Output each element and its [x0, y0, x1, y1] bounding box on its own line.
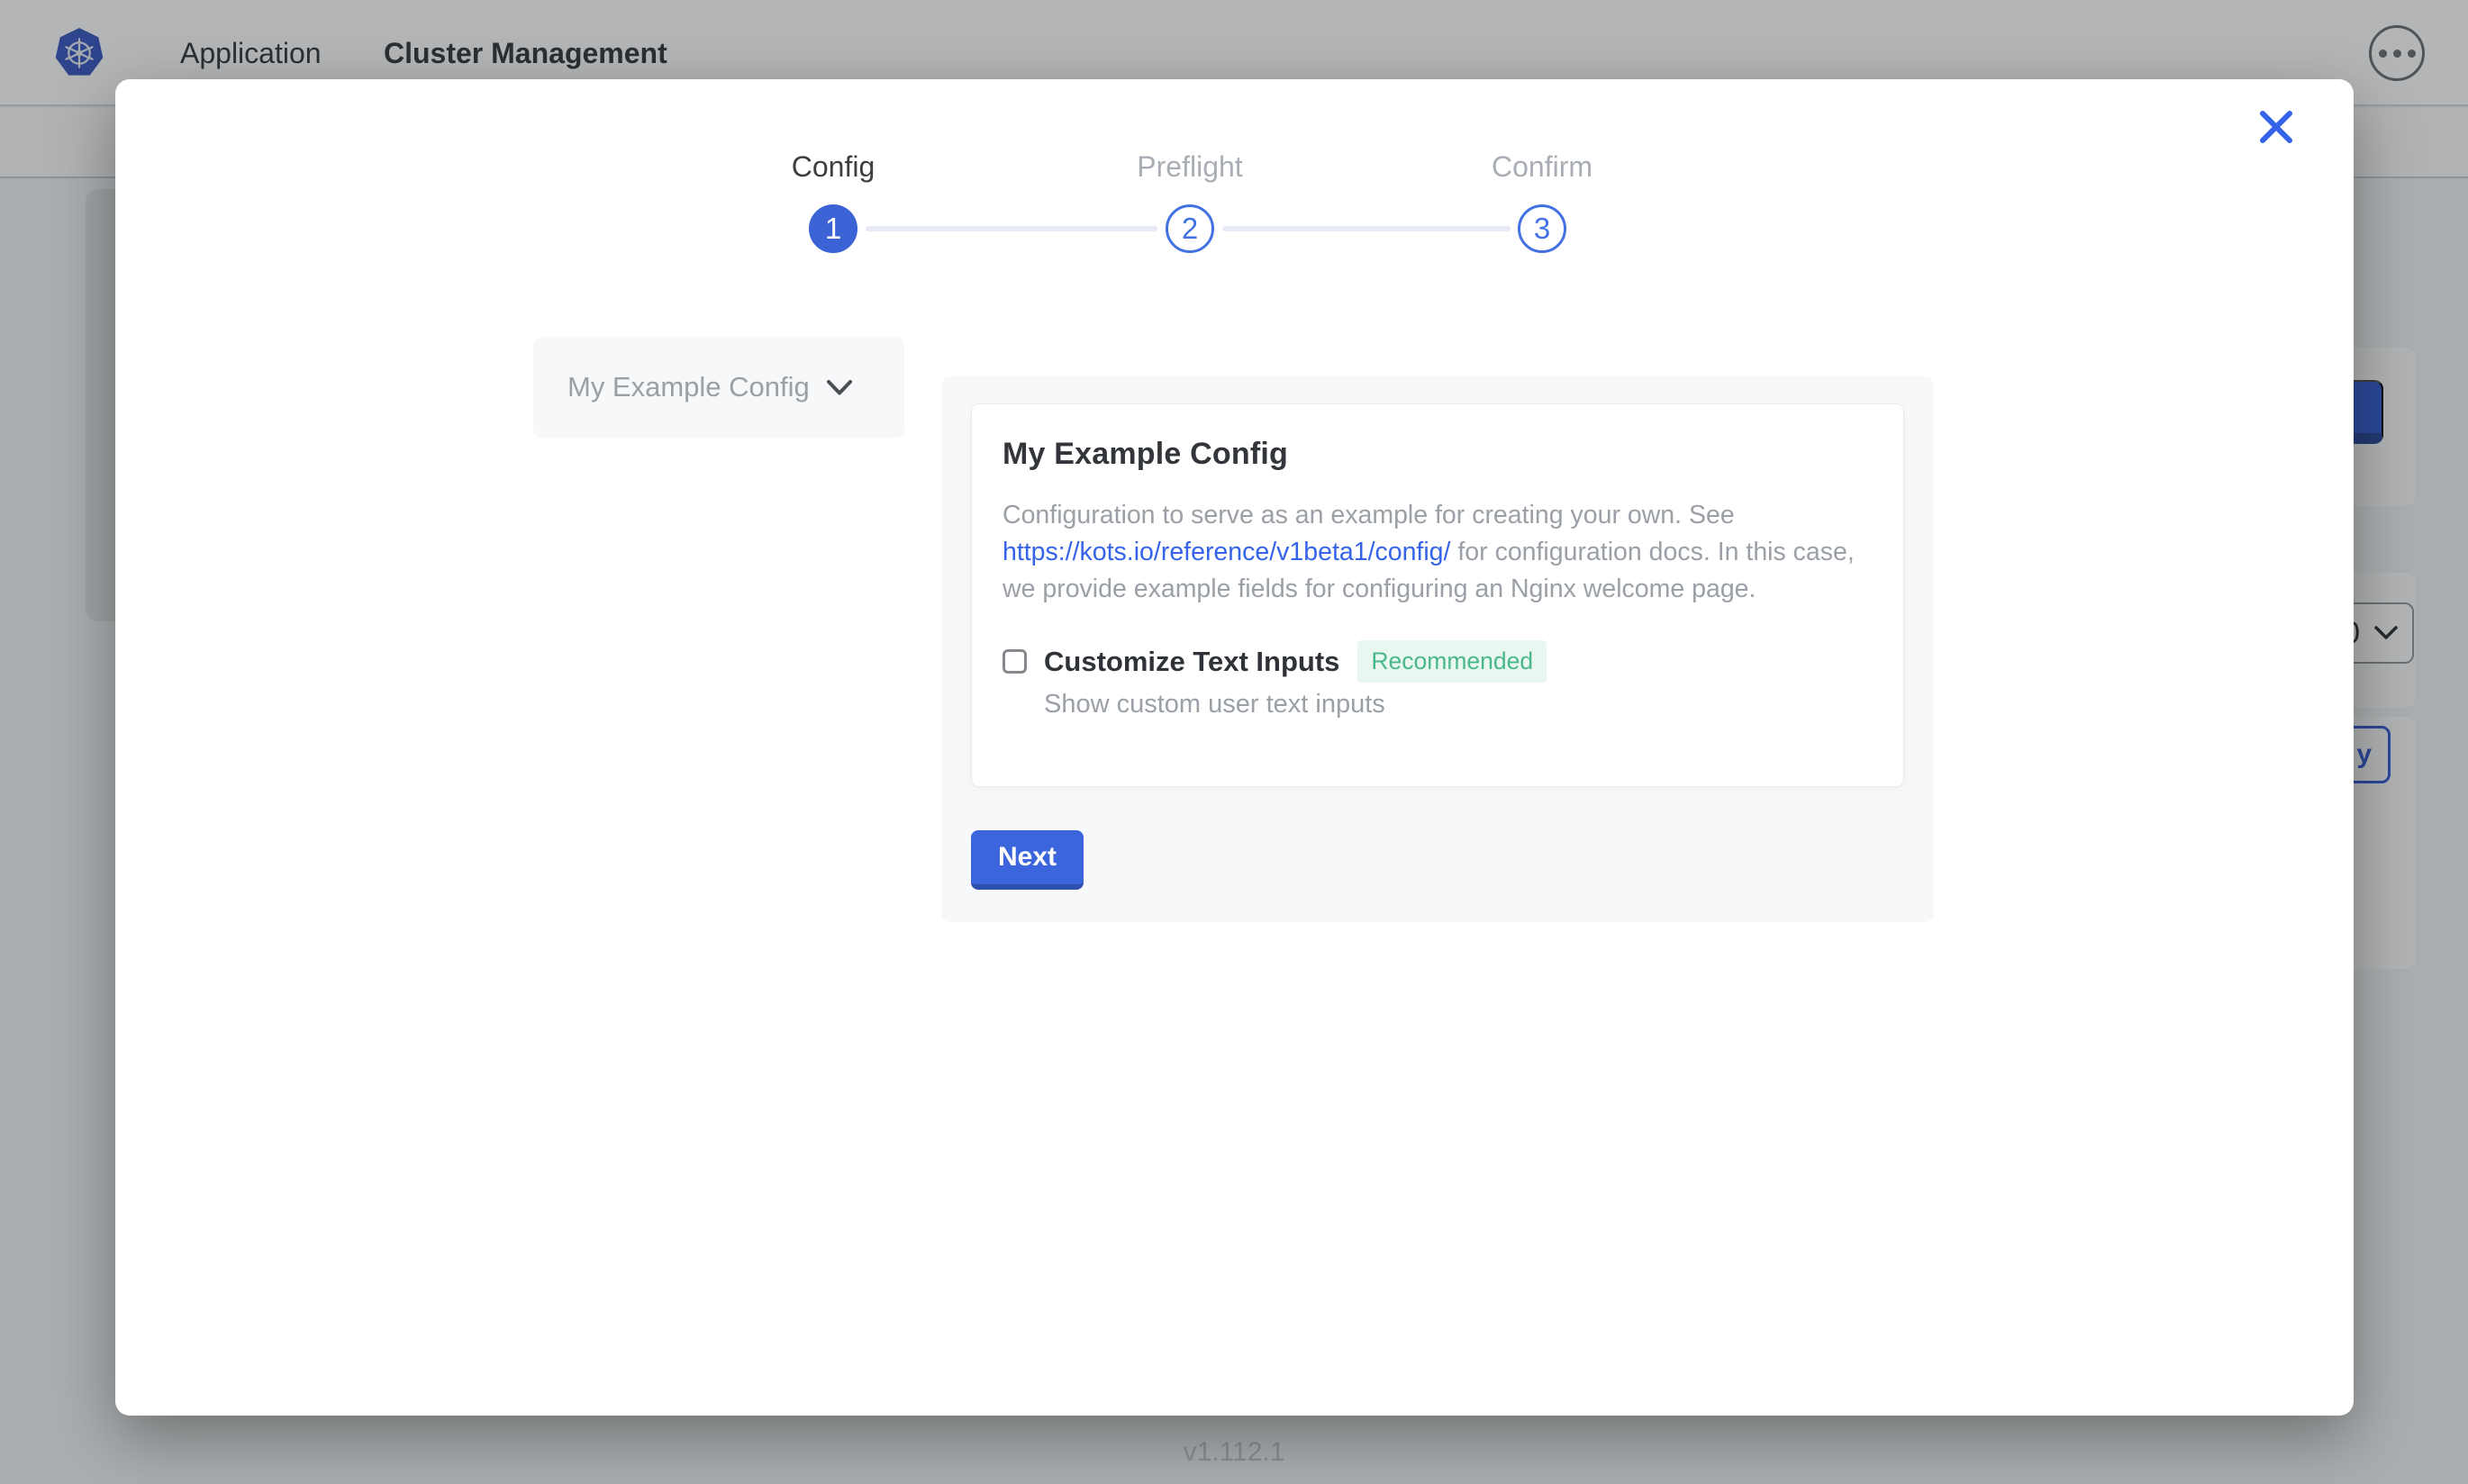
- checkbox-unchecked-icon[interactable]: [1003, 649, 1027, 674]
- step-preflight-label: Preflight: [1100, 147, 1280, 186]
- step-config-circle[interactable]: 1: [809, 204, 857, 253]
- config-wizard-modal: Config 1 Preflight 2 Confirm 3 My Exampl…: [115, 79, 2354, 1416]
- config-group-dropdown-label: My Example Config: [567, 371, 810, 403]
- config-group-title: My Example Config: [1003, 437, 1873, 472]
- close-icon[interactable]: [2254, 104, 2299, 149]
- config-form-area: My Example Config Configuration to serve…: [941, 376, 1934, 922]
- step-config: Config 1: [743, 147, 923, 253]
- config-docs-link[interactable]: https://kots.io/reference/v1beta1/config…: [1003, 538, 1450, 566]
- config-group-card: My Example Config Configuration to serve…: [971, 403, 1904, 787]
- checkbox-label: Customize Text Inputs: [1044, 646, 1339, 678]
- customize-text-inputs-checkbox-row[interactable]: Customize Text Inputs Recommended: [1003, 640, 1873, 683]
- next-button[interactable]: Next: [971, 830, 1084, 890]
- chevron-down-icon: [826, 379, 853, 396]
- description-text-before-link: Configuration to serve as an example for…: [1003, 501, 1735, 529]
- checkbox-help-text: Show custom user text inputs: [1044, 690, 1873, 719]
- step-config-label: Config: [743, 147, 923, 186]
- step-confirm: Confirm 3: [1452, 147, 1632, 253]
- config-group-dropdown[interactable]: My Example Config: [533, 337, 904, 438]
- step-preflight-circle[interactable]: 2: [1166, 204, 1214, 253]
- recommended-badge: Recommended: [1357, 640, 1547, 683]
- step-preflight: Preflight 2: [1100, 147, 1280, 253]
- step-confirm-label: Confirm: [1452, 147, 1632, 186]
- config-group-description: Configuration to serve as an example for…: [1003, 497, 1885, 608]
- step-confirm-circle[interactable]: 3: [1518, 204, 1566, 253]
